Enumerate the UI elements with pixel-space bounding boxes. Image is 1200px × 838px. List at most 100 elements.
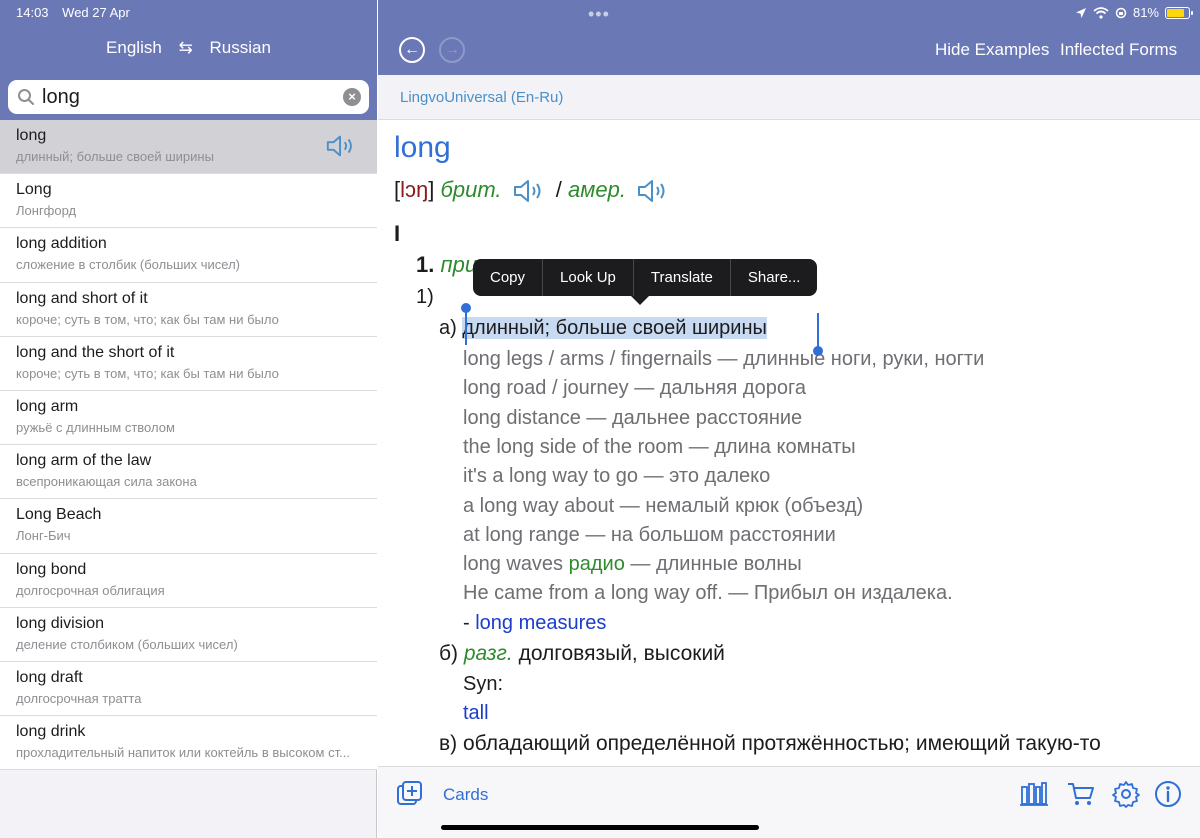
list-item-subtitle: короче; суть в том, что; как бы там ни б… [16,365,279,381]
headword: long [394,131,451,164]
clear-icon[interactable]: × [343,88,361,106]
list-item-subtitle: долгосрочная облигация [16,582,165,598]
speaker-icon[interactable] [325,132,357,160]
context-menu-item-look-up[interactable]: Look Up [543,259,634,296]
left-header: 14:03 Wed 27 Apr English ⇆ Russian × [0,0,377,120]
search-input[interactable] [42,82,332,112]
list-item-title: long arm [16,397,79,415]
target-language[interactable]: Russian [210,38,271,57]
pronunciation: [lɔŋ] брит. / амер. [394,177,674,205]
list-item-subtitle: Лонг-Бич [16,528,71,544]
synonym-link[interactable]: tall [463,702,489,725]
context-menu-item-share[interactable]: Share... [731,259,818,296]
selected-text[interactable]: длинный; больше своей ширины [462,317,767,339]
list-item-title: long arm of the law [16,452,152,470]
list-item-subtitle: ружьё с длинным стволом [16,419,175,435]
results-list: long длинный; больше своей ширины Long Лонг… [0,120,377,771]
battery-icon [1165,6,1193,19]
list-item-title: long and the short of it [16,343,175,361]
list-item-subtitle: длинный; больше своей ширины [16,149,214,164]
list-item-subtitle: деление столбиком (больших чисел) [16,636,238,652]
dictionary-name[interactable]: LingvoUniversal (En-Ru) [400,89,563,106]
list-item[interactable]: long addition сложение в столбик (больших… [0,228,377,283]
list-item[interactable]: long arm ружьё с длинным стволом [0,390,377,446]
back-arrow-icon[interactable]: ← [399,37,425,63]
cards-button[interactable]: Cards [443,785,488,805]
list-item-title: long bond [16,560,87,578]
gear-icon[interactable] [1111,779,1141,809]
list-item-title: long addition [16,235,107,253]
multitask-dots[interactable]: ••• [588,4,612,25]
inflected-forms-button[interactable]: Inflected Forms [1060,40,1177,60]
homonym-number: I [394,221,401,246]
list-item-subtitle: сложение в столбик (больших чисел) [16,257,241,273]
source-language[interactable]: English [106,38,162,57]
selection-caret-end [817,313,819,347]
brit-label: брит. [440,177,502,202]
context-menu-item-copy[interactable]: Copy [473,259,544,296]
list-item-subtitle: прохладительный напиток или коктейль в в… [16,745,350,761]
swap-arrows-icon[interactable]: ⇆ [179,38,193,58]
list-item-title: long division [16,614,105,632]
selection-handle-end[interactable] [813,346,823,356]
language-switch[interactable]: English ⇆ Russian [0,38,377,58]
measures-link[interactable]: long measures [475,612,606,634]
measures-ref: - long measures [463,612,607,634]
right-panel: ••• 81% ← → Hide Examples Inflected Form… [378,0,1200,838]
wifi-icon [1093,6,1109,19]
example-line: long legs / arms / fingernails — длинные… [463,348,985,370]
example-line: a long way about — немалый крюк (объезд) [463,494,864,517]
list-item[interactable]: Long Beach Лонг-Бич [0,499,377,554]
list-item[interactable]: long arm of the law всепроникающая сила з… [0,445,377,500]
speaker-icon[interactable] [636,177,670,205]
example-line: long road / journey — дальняя дорога [463,377,806,400]
list-item-title: long and short of it [16,289,148,307]
info-icon[interactable] [1153,779,1183,809]
speaker-icon[interactable] [512,177,546,205]
ipa-transcription: lɔŋ [400,177,429,202]
list-item[interactable]: long draft долгосрочная тратта [0,661,377,717]
hide-examples-button[interactable]: Hide Examples [935,40,1049,60]
dictionary-bar[interactable]: LingvoUniversal (En-Ru) [378,75,1200,120]
sense-heading: 1. при [416,252,478,277]
lock-rotation-icon [1115,7,1127,18]
list-item[interactable]: long drink прохладительный напиток или ко… [0,716,377,771]
search-box: × [8,80,369,114]
list-item[interactable]: long bond долгосрочная облигация [0,553,377,608]
example-line: at long range — на большом расстоянии [463,523,836,546]
example-line: long waves радио — длинные волны [463,553,802,575]
library-icon[interactable] [1019,779,1049,809]
list-item[interactable]: Long Лонгфорд [0,174,377,229]
status-time: 14:03 [16,5,49,20]
list-item-title: Long [16,181,52,199]
article: long [lɔŋ] брит. / амер. I 1. при 1) а) [378,121,1200,766]
list-item[interactable]: long длинный; больше своей ширины [0,120,377,175]
sense-b: б) разг. долговязый, высокий [439,642,725,665]
amer-label: амер. [568,177,626,202]
list-item[interactable]: long and the short of it короче; суть в т… [0,336,377,391]
magnifier-icon [18,89,34,105]
location-icon [1075,7,1086,18]
forward-arrow-icon[interactable]: → [439,37,465,63]
subsense-number: 1) [416,286,434,308]
status-bar-right: 81% [1075,5,1193,20]
bottom-toolbar: Cards [378,766,1200,838]
cart-icon[interactable] [1066,779,1096,809]
home-indicator[interactable] [441,825,759,830]
context-menu: Copy Look Up Translate Share... [473,259,818,296]
example-line: the long side of the room — длина комнат… [463,435,856,458]
add-card-icon[interactable] [396,780,424,808]
list-item-title: long drink [16,723,86,741]
context-menu-item-translate[interactable]: Translate [634,259,731,296]
status-date: Wed 27 Apr [62,5,130,20]
example-line: long distance — дальнее расстояние [463,406,803,429]
list-item-subtitle: короче; суть в том, что; как бы там ни б… [16,311,279,327]
list-item[interactable]: long division деление столбиком (больших … [0,607,377,662]
status-bar-left: 14:03 Wed 27 Apr [16,5,140,20]
sense-a: а) длинный; больше своей ширины [439,317,767,339]
list-item-subtitle: долгосрочная тратта [16,690,142,706]
list-item-title: Long Beach [16,506,102,524]
list-item[interactable]: long and short of it короче; суть в том, … [0,282,377,337]
example-line: He came from a long way off. — Прибыл он… [463,582,953,604]
synonym-label: Syn: [463,673,504,695]
